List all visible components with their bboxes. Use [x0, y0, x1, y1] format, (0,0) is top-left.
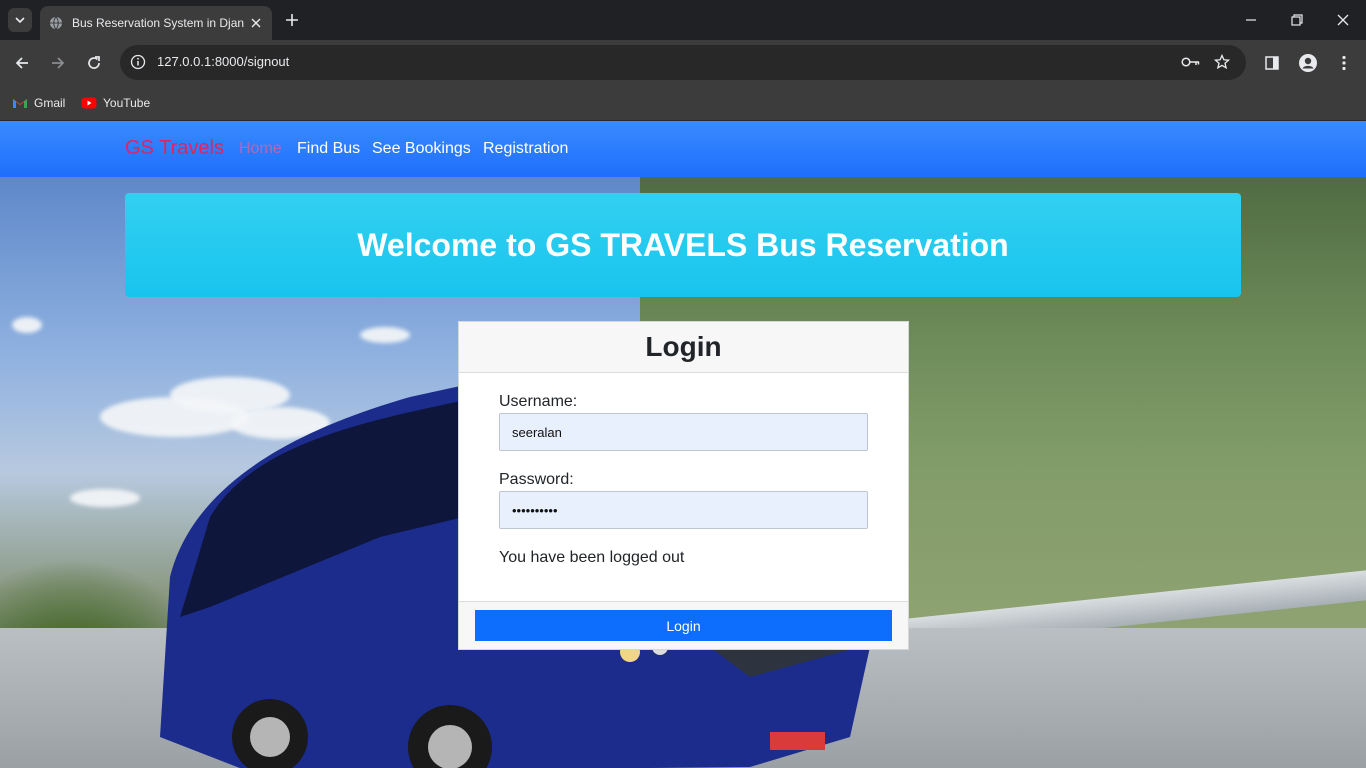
- tab-search-button[interactable]: [8, 8, 32, 32]
- bookmark-label: YouTube: [103, 96, 151, 110]
- arrow-left-icon: [15, 57, 28, 69]
- profile-button[interactable]: [1295, 50, 1321, 76]
- login-card-header: Login: [459, 322, 908, 373]
- username-label: Username:: [499, 393, 578, 410]
- welcome-banner: Welcome to GS TRAVELS Bus Reservation: [125, 193, 1241, 297]
- bookmarks-bar: Gmail YouTube: [0, 86, 1366, 121]
- reload-icon: [88, 56, 100, 69]
- star-icon[interactable]: [1211, 52, 1233, 72]
- menu-button[interactable]: [1331, 50, 1357, 76]
- plus-icon: [286, 14, 298, 26]
- login-button[interactable]: Login: [475, 610, 892, 641]
- info-icon[interactable]: [128, 52, 148, 72]
- nav-registration[interactable]: Registration: [483, 140, 568, 158]
- brand-link[interactable]: GS Travels: [125, 137, 224, 160]
- back-button[interactable]: [9, 50, 35, 76]
- side-panel-icon: [1265, 56, 1279, 70]
- password-label: Password:: [499, 471, 574, 488]
- bookmark-label: Gmail: [34, 96, 66, 110]
- reload-button[interactable]: [81, 50, 107, 76]
- login-title: Login: [645, 331, 722, 362]
- tab-strip: Bus Reservation System in Djang: [0, 0, 1366, 40]
- close-icon: [1337, 14, 1349, 26]
- browser-tab[interactable]: Bus Reservation System in Djang: [40, 6, 272, 40]
- bookmark-youtube[interactable]: YouTube: [81, 92, 150, 114]
- gmail-icon: [12, 95, 28, 111]
- nav-find-bus[interactable]: Find Bus: [297, 140, 360, 158]
- username-input[interactable]: seeralan: [499, 413, 868, 451]
- close-window-button[interactable]: [1320, 0, 1366, 40]
- arrow-right-icon: [52, 57, 65, 69]
- tab-title: Bus Reservation System in Djang: [72, 16, 244, 30]
- chevron-down-icon: [15, 17, 25, 24]
- profile-icon: [1299, 54, 1317, 72]
- side-panel-button[interactable]: [1259, 50, 1285, 76]
- browser-toolbar: 127.0.0.1:8000/signout: [0, 40, 1366, 86]
- site-navbar: GS Travels Home Find Bus See Bookings Re…: [0, 121, 1366, 177]
- logout-message: You have been logged out: [499, 549, 685, 566]
- youtube-icon: [81, 95, 97, 111]
- url-text[interactable]: 127.0.0.1:8000/signout: [157, 54, 289, 69]
- password-input[interactable]: ••••••••••: [499, 491, 868, 529]
- banner-title: Welcome to GS TRAVELS Bus Reservation: [357, 226, 1009, 263]
- restore-button[interactable]: [1274, 0, 1320, 40]
- restore-icon: [1291, 14, 1303, 26]
- login-card: Login Username: seeralan Password: •••••…: [458, 321, 909, 650]
- nav-see-bookings[interactable]: See Bookings: [372, 140, 471, 158]
- globe-icon: [48, 15, 64, 31]
- more-vert-icon: [1342, 55, 1346, 71]
- minimize-icon: [1246, 19, 1256, 21]
- login-card-footer: Login: [459, 601, 908, 649]
- new-tab-button[interactable]: [282, 10, 302, 30]
- bookmark-gmail[interactable]: Gmail: [12, 92, 65, 114]
- key-icon[interactable]: [1180, 52, 1202, 72]
- close-tab-icon[interactable]: [248, 15, 264, 31]
- web-page: GS Travels Home Find Bus See Bookings Re…: [0, 121, 1366, 768]
- nav-home[interactable]: Home: [239, 140, 282, 158]
- minimize-button[interactable]: [1228, 0, 1274, 40]
- forward-button[interactable]: [45, 50, 71, 76]
- address-bar[interactable]: 127.0.0.1:8000/signout: [120, 45, 1246, 80]
